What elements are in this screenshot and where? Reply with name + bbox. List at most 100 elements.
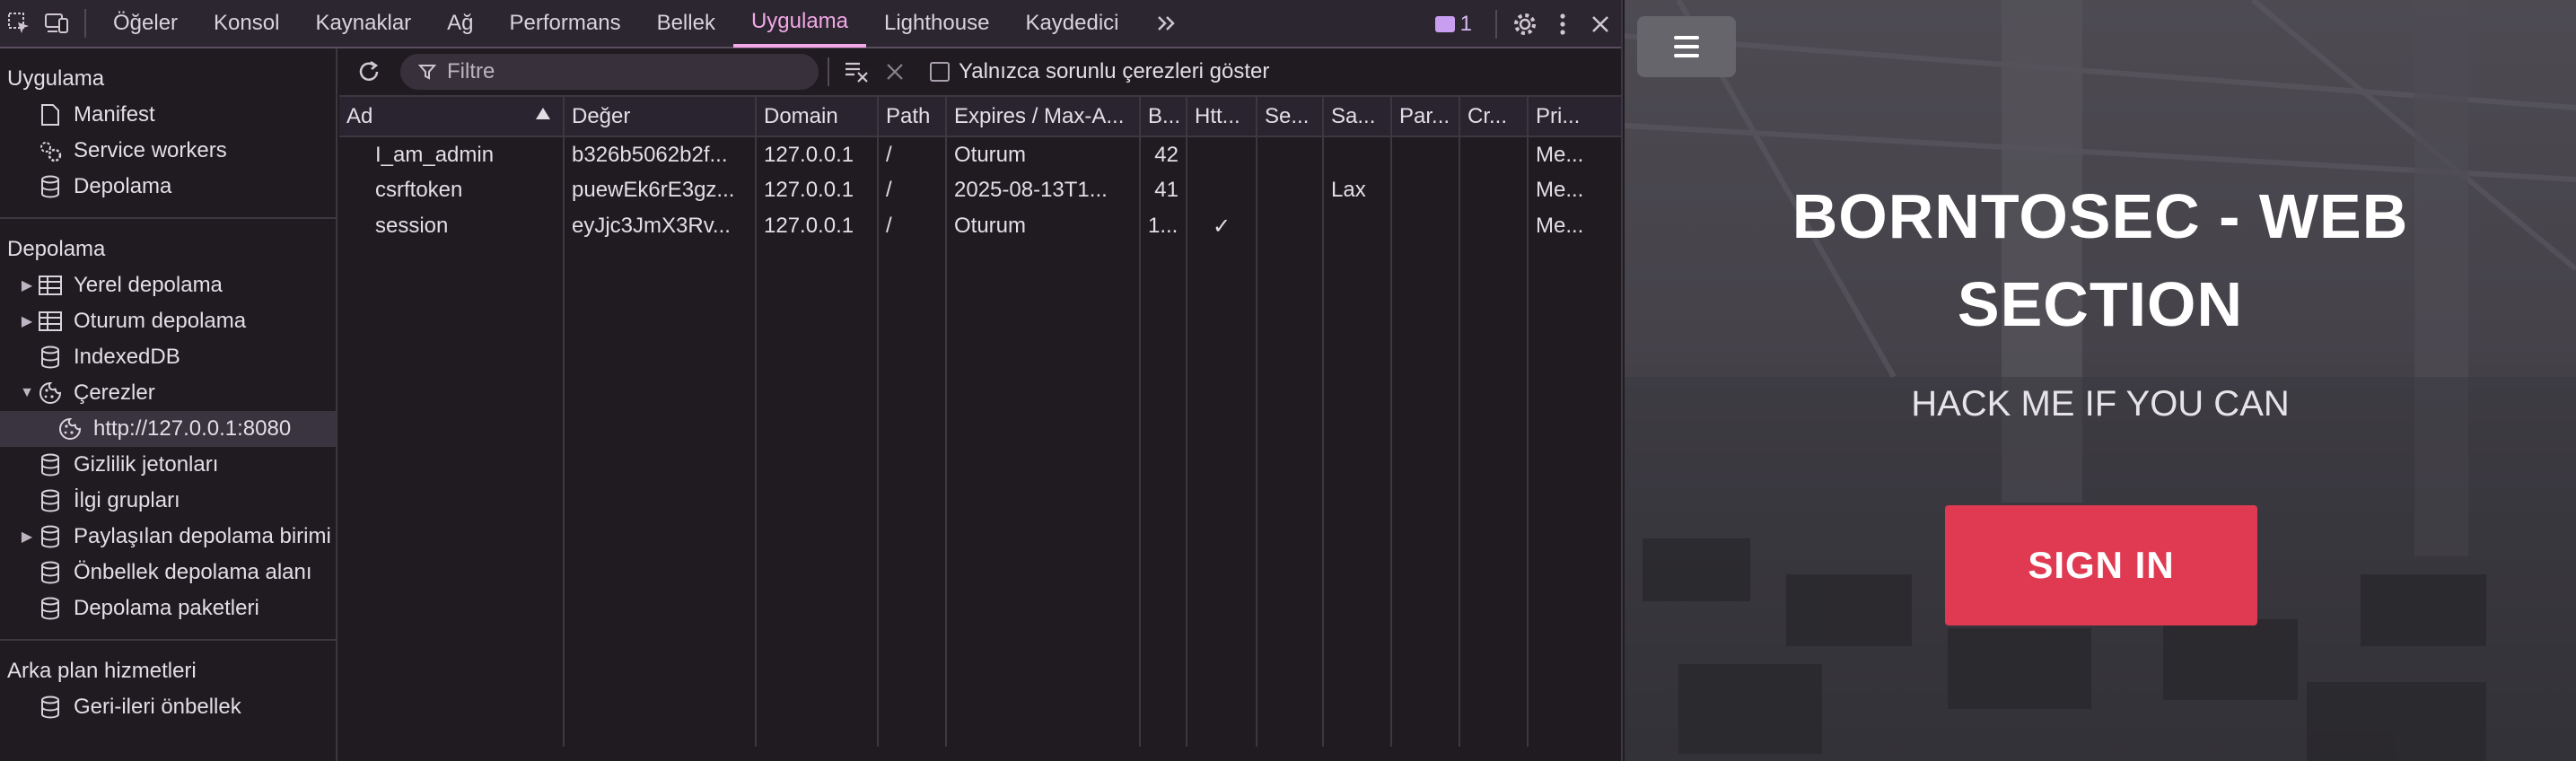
checkbox-box[interactable]	[930, 62, 950, 82]
column-header-cross-site[interactable]: Cr...	[1459, 97, 1529, 137]
sidebar-item-local-storage[interactable]: ▶ Yerel depolama	[0, 267, 336, 303]
column-header-secure[interactable]: Se...	[1257, 97, 1324, 137]
table-icon	[36, 273, 65, 298]
table-row[interactable]: session eyJjc3JmX3Rv... 127.0.0.1 / Otur…	[339, 208, 1621, 244]
sidebar-section-application: Uygulama	[7, 66, 105, 91]
tab-console[interactable]: Konsol	[196, 0, 297, 48]
clear-all-icon[interactable]	[838, 48, 876, 96]
sidebar-item-service-workers[interactable]: Service workers	[0, 133, 336, 169]
device-toolbar-icon[interactable]	[38, 0, 75, 48]
cell-path: /	[878, 208, 947, 244]
cell-secure	[1257, 208, 1324, 244]
toolbar-divider	[828, 57, 829, 86]
column-header-name[interactable]: Ad	[339, 97, 565, 137]
column-header-value[interactable]: Değer	[564, 97, 757, 137]
cell-httponly	[1187, 136, 1257, 172]
sidebar-item-session-storage[interactable]: ▶ Oturum depolama	[0, 303, 336, 339]
table-row[interactable]: csrftoken puewEk6rE3gz... 127.0.0.1 / 20…	[339, 172, 1621, 208]
column-header-path[interactable]: Path	[878, 97, 947, 137]
cell-expires: 2025-08-13T1...	[946, 172, 1141, 208]
cell-domain: 127.0.0.1	[756, 172, 879, 208]
table-empty-area	[339, 244, 1621, 747]
collapse-arrow-icon[interactable]: ▼	[18, 385, 36, 401]
office-background-image	[1625, 0, 2576, 761]
tab-recorder[interactable]: Kaydedici	[1007, 0, 1136, 48]
only-issues-checkbox[interactable]: Yalnızca sorunlu çerezleri göster	[930, 59, 1269, 84]
sidebar-item-interest-groups[interactable]: İlgi grupları	[0, 483, 336, 519]
issues-counter[interactable]: 1	[1421, 12, 1486, 37]
cell-priority: Me...	[1528, 136, 1621, 172]
hero-title: BORNTOSEC - WEB SECTION	[1792, 181, 2409, 339]
close-icon[interactable]	[1582, 0, 1619, 48]
tab-elements[interactable]: Öğeler	[95, 0, 196, 48]
column-header-domain[interactable]: Domain	[756, 97, 879, 137]
cell-domain: 127.0.0.1	[756, 208, 879, 244]
sidebar-item-label: Gizlilik jetonları	[74, 452, 219, 477]
cell-priority: Me...	[1528, 208, 1621, 244]
filter-input-wrapper[interactable]	[400, 54, 819, 90]
expand-arrow-icon[interactable]: ▶	[18, 528, 36, 546]
filter-input[interactable]	[447, 59, 788, 84]
hero-subtitle: HACK ME IF YOU CAN	[1911, 384, 2290, 424]
delete-selected-icon[interactable]	[876, 48, 914, 96]
filter-icon	[418, 65, 436, 80]
sidebar-item-cache-storage[interactable]: Önbellek depolama alanı	[0, 555, 336, 590]
more-tabs-chevron-icon[interactable]	[1148, 0, 1186, 48]
tab-memory[interactable]: Bellek	[639, 0, 733, 48]
sidebar-item-label: Geri-ileri önbellek	[74, 695, 241, 719]
expand-arrow-icon[interactable]: ▶	[18, 276, 36, 294]
cell-cross-site	[1459, 136, 1529, 172]
cell-httponly	[1187, 172, 1257, 208]
sidebar-item-private-tokens[interactable]: Gizlilik jetonları	[0, 447, 336, 483]
cookie-icon	[56, 416, 84, 442]
hamburger-line	[1674, 36, 1699, 39]
settings-gear-icon[interactable]	[1506, 0, 1544, 48]
tab-application[interactable]: Uygulama	[732, 0, 866, 48]
column-header-priority[interactable]: Pri...	[1528, 97, 1621, 137]
sidebar-item-cookie-origin[interactable]: http://127.0.0.1:8080	[0, 411, 336, 447]
sidebar-item-shared-storage[interactable]: ▶ Paylaşılan depolama birimi	[0, 519, 336, 555]
database-icon	[36, 345, 65, 370]
tab-network[interactable]: Ağ	[429, 0, 491, 48]
sidebar-item-storage[interactable]: Depolama	[0, 169, 336, 205]
column-header-samesite[interactable]: Sa...	[1323, 97, 1392, 137]
expand-arrow-icon[interactable]: ▶	[18, 312, 36, 330]
database-icon	[36, 596, 65, 621]
cell-name: I_am_admin	[339, 136, 565, 172]
devtools-tabbar: Öğeler Konsol Kaynaklar Ağ Performans Be…	[0, 0, 1621, 48]
sign-in-button[interactable]: SIGN IN	[1945, 505, 2257, 625]
tab-lighthouse[interactable]: Lighthouse	[866, 0, 1007, 48]
table-row[interactable]: I_am_admin b326b5062b2f... 127.0.0.1 / O…	[339, 136, 1621, 172]
cell-samesite	[1323, 136, 1392, 172]
only-issues-label: Yalnızca sorunlu çerezleri göster	[959, 59, 1270, 83]
sidebar-item-indexeddb[interactable]: IndexedDB	[0, 339, 336, 375]
sidebar-item-back-forward-cache[interactable]: Geri-ileri önbellek	[0, 689, 336, 725]
hamburger-line	[1674, 45, 1699, 48]
toolbar-divider	[84, 9, 86, 38]
sidebar-item-label: IndexedDB	[74, 345, 180, 369]
cell-domain: 127.0.0.1	[756, 136, 879, 172]
column-header-partition[interactable]: Par...	[1391, 97, 1460, 137]
hamburger-line	[1674, 54, 1699, 57]
sidebar-item-manifest[interactable]: Manifest	[0, 97, 336, 133]
cell-cross-site	[1459, 208, 1529, 244]
column-header-httponly[interactable]: Htt...	[1187, 97, 1257, 137]
inspect-element-icon[interactable]	[0, 0, 38, 48]
tab-performance[interactable]: Performans	[492, 0, 639, 48]
more-options-icon[interactable]	[1544, 0, 1582, 48]
refresh-icon[interactable]	[350, 48, 388, 96]
column-header-expires[interactable]: Expires / Max-A...	[946, 97, 1141, 137]
cookie-icon	[36, 380, 65, 406]
cell-samesite: Lax	[1323, 172, 1392, 208]
cell-value: b326b5062b2f...	[564, 136, 757, 172]
sidebar-item-storage-buckets[interactable]: Depolama paketleri	[0, 590, 336, 626]
sidebar-item-label: Çerezler	[74, 380, 155, 405]
column-header-label: Ad	[346, 103, 373, 128]
cell-cross-site	[1459, 172, 1529, 208]
sidebar-item-cookies[interactable]: ▼ Çerezler	[0, 375, 336, 411]
menu-hamburger-button[interactable]	[1637, 16, 1736, 77]
column-header-size[interactable]: B...	[1140, 97, 1187, 137]
document-icon	[36, 102, 65, 127]
cookies-panel: Yalnızca sorunlu çerezleri göster Ad Değ…	[339, 48, 1621, 761]
tab-sources[interactable]: Kaynaklar	[297, 0, 429, 48]
